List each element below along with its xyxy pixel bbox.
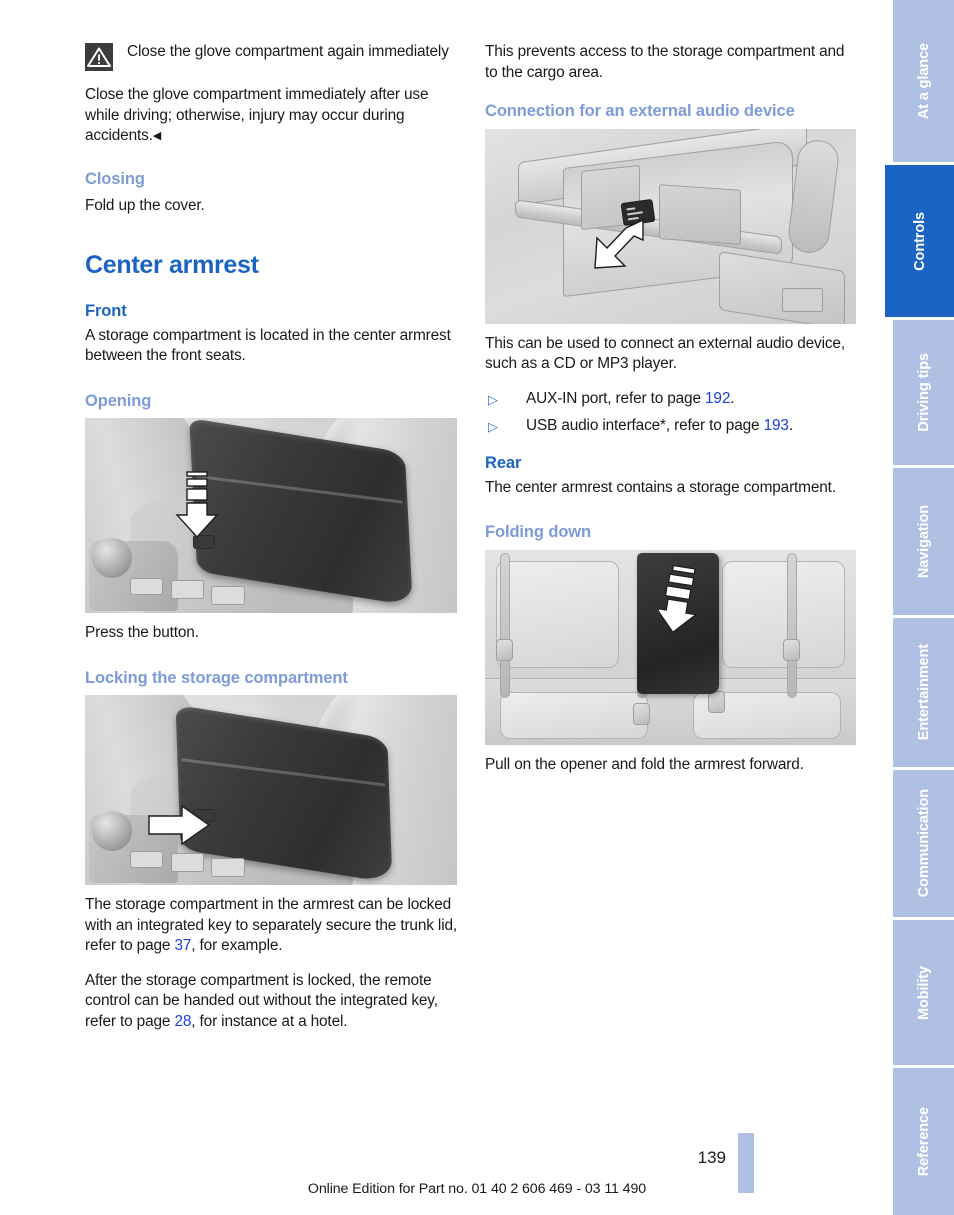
sidebar-item-entertainment[interactable]: Entertainment (893, 618, 954, 770)
sidebar-item-label: Mobility (915, 965, 932, 1020)
folding-down-caption: Pull on the opener and fold the armrest … (485, 755, 804, 773)
sidebar-item-label: Entertainment (915, 644, 932, 741)
list-item: ▷ AUX-IN port, refer to page 192. (485, 389, 857, 410)
page-reference-192[interactable]: 192 (705, 390, 730, 407)
sidebar-item-driving-tips[interactable]: Driving tips (893, 320, 954, 468)
sidebar-item-navigation[interactable]: Navigation (893, 468, 954, 618)
left-column: Close the glove compartment again immedi… (85, 42, 457, 1046)
figure-armrest-open-button (85, 418, 457, 613)
sidebar-item-at-a-glance[interactable]: At a glance (893, 0, 954, 165)
section-end-mark: ◀ (152, 130, 162, 142)
sidebar-item-label: Navigation (915, 504, 932, 579)
figure-console-aux-port (485, 128, 856, 324)
list-item: ▷ USB audio interface*, refer to page 193… (485, 416, 857, 437)
bullet-1-text-a: USB audio interface*, refer to page (526, 417, 764, 434)
closing-text: Fold up the cover. (85, 197, 205, 214)
front-text: A storage compartment is located in the … (85, 326, 451, 365)
heading-connection-external-audio-device: Connection for an external audio device (485, 102, 795, 120)
page-number: 139 (697, 1148, 726, 1167)
sidebar-item-label: Reference (915, 1106, 932, 1177)
opening-caption: Press the button. (85, 624, 199, 641)
annotation-arrow-down (659, 565, 701, 635)
locking-paragraph-1: The storage compartment in the armrest c… (85, 895, 457, 957)
heading-front: Front (85, 301, 127, 320)
warning-body: Close the glove compartment immediately … (85, 85, 457, 147)
intro-text: This prevents access to the storage comp… (485, 43, 845, 81)
chapter-tab-navigation: At a glance Controls Driving tips Naviga… (880, 0, 954, 1215)
sidebar-item-mobility[interactable]: Mobility (893, 920, 954, 1068)
sidebar-item-controls[interactable]: Controls (885, 165, 954, 320)
locking-paragraph-2: After the storage compartment is locked,… (85, 971, 457, 1033)
warning-title: Close the glove compartment again immedi… (127, 43, 449, 60)
heading-closing: Closing (85, 169, 145, 188)
figure-rear-armrest-folding (485, 549, 856, 745)
warning-triangle-icon (85, 43, 113, 71)
heading-folding-down: Folding down (485, 523, 592, 541)
annotation-arrow-down (174, 470, 220, 539)
heading-locking-storage-compartment: Locking the storage compartment (85, 668, 348, 687)
heading-rear: Rear (485, 453, 522, 472)
footer-edition-text: Online Edition for Part no. 01 40 2 606 … (307, 1181, 647, 1197)
page-title: Center armrest (85, 250, 259, 279)
page-reference-193[interactable]: 193 (764, 417, 789, 434)
page-reference-37[interactable]: 37 (174, 937, 191, 954)
locking-p2-text-b: , for instance at a hotel. (191, 1012, 348, 1030)
warning-notice: Close the glove compartment again immedi… (85, 42, 457, 71)
sidebar-item-label: Driving tips (915, 353, 932, 432)
manual-page: Close the glove compartment again immedi… (0, 0, 954, 1215)
page-reference-28[interactable]: 28 (174, 1013, 191, 1030)
right-column: This prevents access to the storage comp… (485, 42, 857, 789)
rear-text: The center armrest contains a storage co… (485, 478, 836, 496)
connection-text: This can be used to connect an external … (485, 334, 845, 373)
sidebar-item-label: At a glance (915, 42, 932, 120)
sidebar-item-label: Controls (911, 211, 928, 271)
heading-opening: Opening (85, 391, 152, 410)
bullet-1-text-b: . (788, 417, 793, 434)
annotation-arrow-right (148, 803, 212, 847)
sidebar-item-label: Communication (915, 789, 932, 898)
sidebar-item-communication[interactable]: Communication (893, 770, 954, 920)
triangle-bullet-icon: ▷ (488, 419, 498, 434)
bullet-0-text-b: . (730, 389, 735, 407)
figure-armrest-lock (85, 695, 457, 885)
locking-p1-text-b: , for example. (191, 937, 283, 954)
triangle-bullet-icon: ▷ (488, 391, 498, 407)
annotation-arrow-diagonal (593, 218, 645, 270)
reference-bullet-list: ▷ AUX-IN port, refer to page 192. ▷ USB au… (485, 389, 857, 437)
warning-body-text: Close the glove compartment immediately … (85, 86, 429, 144)
bullet-0-text-a: AUX-IN port, refer to page (526, 389, 706, 407)
